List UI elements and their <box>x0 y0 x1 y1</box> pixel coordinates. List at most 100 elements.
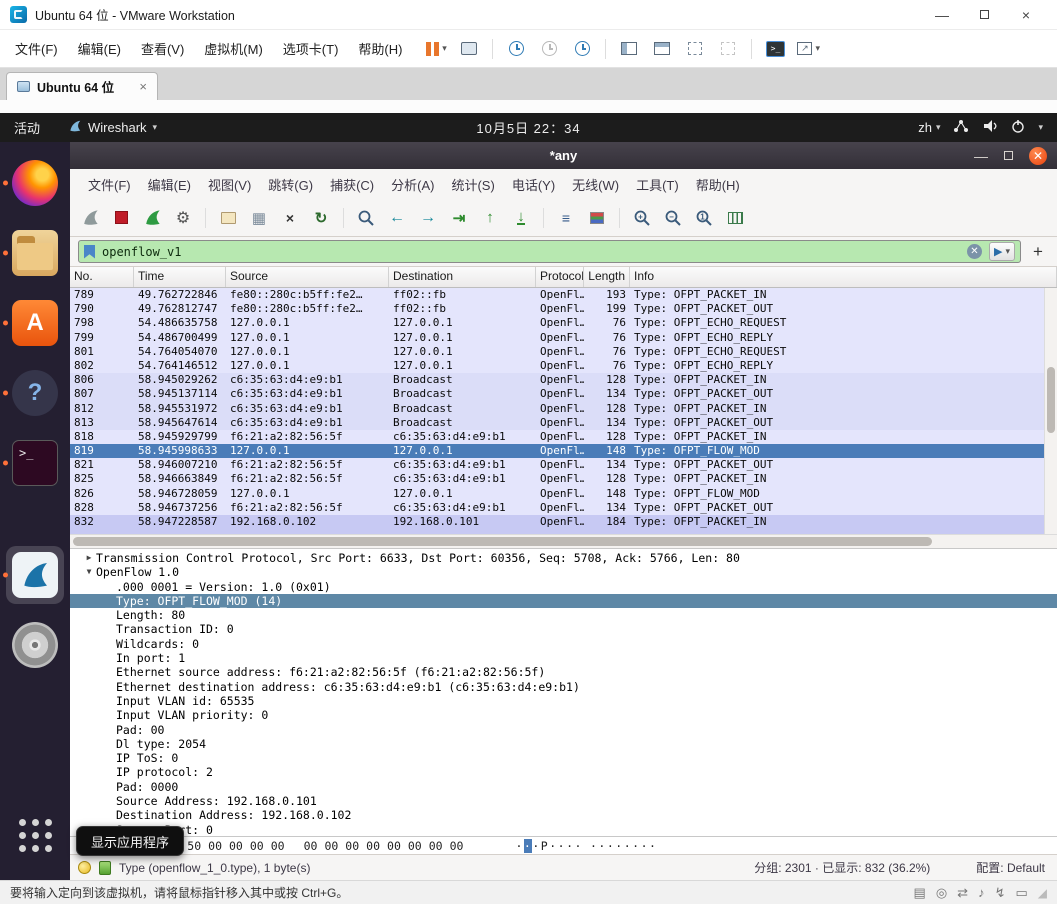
snapshot-manager-button[interactable] <box>569 36 595 62</box>
bookmark-icon[interactable] <box>84 244 95 259</box>
detail-row[interactable]: Ethernet source address: f6:21:a2:82:56:… <box>70 665 1057 679</box>
packet-row[interactable]: 826 58.946728059 127.0.0.1 127.0.0.1 OpenFl…… <box>70 486 1057 501</box>
detail-row[interactable]: ▶ Transmission Control Protocol, Src Port… <box>70 551 1057 565</box>
vm-tab-close-button[interactable]: × <box>139 79 147 94</box>
go-to-packet-icon[interactable]: ⇥ <box>447 206 471 230</box>
hex-byte[interactable]: 50 <box>186 839 202 853</box>
column-header[interactable]: No. <box>70 267 134 287</box>
activities-button[interactable]: 活动 <box>14 118 40 137</box>
console-view-button[interactable] <box>682 36 708 62</box>
wireshark-close-button[interactable]: ✕ <box>1029 146 1047 165</box>
add-filter-button[interactable]: + <box>1027 241 1049 263</box>
vmware-close-button[interactable]: × <box>1005 1 1047 29</box>
hex-byte[interactable]: 00 <box>386 839 402 853</box>
packet-row[interactable]: 819 58.945998633 127.0.0.1 127.0.0.1 OpenFl…… <box>70 444 1057 459</box>
input-method-indicator[interactable]: zh ▾ <box>918 120 940 135</box>
go-last-icon[interactable]: ↓ <box>509 206 533 230</box>
suspend-button[interactable]: ▾ <box>423 36 449 62</box>
column-header[interactable]: Time <box>134 267 226 287</box>
detail-row[interactable]: IP protocol: 2 <box>70 765 1057 779</box>
packet-row[interactable]: 806 58.945029262 c6:35:63:d4:e9:b1 Broadcas… <box>70 373 1057 388</box>
detail-row[interactable]: Source Address: 192.168.0.101 <box>70 794 1057 808</box>
hex-byte[interactable]: 00 <box>207 839 223 853</box>
wireshark-menu-item[interactable]: 分析(A) <box>383 171 442 198</box>
dock-item-show-apps[interactable] <box>0 800 70 870</box>
close-file-icon[interactable]: × <box>278 206 302 230</box>
expander-icon[interactable]: ▶ <box>82 551 96 565</box>
packet-row[interactable]: 799 54.486700499 127.0.0.1 127.0.0.1 OpenFl…… <box>70 330 1057 345</box>
apply-filter-button[interactable]: ▶ ▾ <box>989 242 1015 261</box>
wireshark-menu-item[interactable]: 统计(S) <box>443 171 502 198</box>
capture-comment-icon[interactable] <box>99 860 111 875</box>
vertical-scrollbar[interactable] <box>1044 288 1057 534</box>
start-capture-icon[interactable] <box>78 206 102 230</box>
zoom-reset-icon[interactable]: 1 <box>692 206 716 230</box>
auto-scroll-icon[interactable]: ≡ <box>554 206 578 230</box>
printer-icon[interactable]: ▭ <box>1015 885 1027 901</box>
detail-row[interactable]: Input VLAN id: 65535 <box>70 694 1057 708</box>
expert-info-icon[interactable] <box>78 861 91 874</box>
send-ctrl-alt-del-button[interactable] <box>456 36 482 62</box>
packet-row[interactable]: 832 58.947228587 192.168.0.102 192.168.0.10… <box>70 515 1057 530</box>
detail-row[interactable]: ▼ OpenFlow 1.0 <box>70 565 1057 579</box>
vmware-menu-item[interactable]: 编辑(E) <box>69 35 130 62</box>
vmware-maximize-button[interactable] <box>963 1 1005 29</box>
packet-row[interactable]: 798 54.486635758 127.0.0.1 127.0.0.1 OpenFl…… <box>70 316 1057 331</box>
hex-byte[interactable]: 00 <box>344 839 360 853</box>
colorize-icon[interactable] <box>585 206 609 230</box>
terminal-view-button[interactable]: >_ <box>762 36 788 62</box>
show-thumbnail-bar-button[interactable] <box>649 36 675 62</box>
dock-item-wireshark[interactable] <box>0 540 70 610</box>
packet-row[interactable]: 818 58.945929799 f6:21:a2:82:56:5f c6:35:63… <box>70 429 1057 445</box>
dock-item-dvd[interactable] <box>0 610 70 680</box>
wireshark-maximize-button[interactable] <box>1004 151 1013 160</box>
fullscreen-button[interactable]: ↗ ▾ <box>795 36 822 62</box>
system-menu-chevron-icon[interactable]: ▾ <box>1038 122 1043 133</box>
display-filter-field[interactable]: ✕ ▶▾ <box>78 240 1021 263</box>
detail-row[interactable]: Length: 80 <box>70 608 1057 622</box>
packet-row[interactable]: 801 54.764054070 127.0.0.1 127.0.0.1 OpenFl…… <box>70 344 1057 359</box>
dock-item-files[interactable] <box>0 218 70 288</box>
clock[interactable]: 10月5日 22：34 <box>476 118 580 137</box>
horizontal-scrollbar[interactable] <box>70 534 1057 548</box>
clear-filter-icon[interactable]: ✕ <box>967 244 982 259</box>
vmware-menu-item[interactable]: 文件(F) <box>6 35 67 62</box>
packet-row[interactable]: 802 54.764146512 127.0.0.1 127.0.0.1 OpenFl…… <box>70 358 1057 374</box>
go-first-icon[interactable]: ↑ <box>478 206 502 230</box>
expander-icon[interactable]: ▼ <box>82 565 96 579</box>
detail-row[interactable]: Input VLAN priority: 0 <box>70 708 1057 722</box>
hex-byte[interactable]: 00 <box>303 839 319 853</box>
hex-byte[interactable]: 00 <box>449 839 465 853</box>
detail-row[interactable]: Pad: 00 <box>70 723 1057 737</box>
packet-row[interactable]: 825 58.946663849 f6:21:a2:82:56:5f c6:35:63… <box>70 472 1057 487</box>
hex-byte[interactable]: 00 <box>323 839 339 853</box>
dock-item-terminal[interactable]: >_ <box>0 428 70 498</box>
vmware-minimize-button[interactable]: — <box>921 1 963 29</box>
display-filter-input[interactable] <box>102 244 960 259</box>
column-header[interactable]: Source <box>226 267 389 287</box>
packet-row[interactable]: 812 58.945531972 c6:35:63:d4:e9:b1 Broadcas… <box>70 401 1057 416</box>
detail-row[interactable]: Type: OFPT_FLOW_MOD (14) <box>70 593 1057 609</box>
hex-byte[interactable]: 00 <box>407 839 423 853</box>
profile-text[interactable]: 配置: Default <box>976 859 1045 876</box>
packet-row[interactable]: 828 58.946737256 f6:21:a2:82:56:5f c6:35:63… <box>70 500 1057 515</box>
wireshark-menu-item[interactable]: 视图(V) <box>200 171 259 198</box>
scrollbar-thumb[interactable] <box>73 537 932 546</box>
scrollbar-thumb[interactable] <box>1047 366 1055 434</box>
power-icon[interactable] <box>1011 119 1025 136</box>
detail-row[interactable]: Source Port: 0 <box>70 823 1057 836</box>
detail-row[interactable]: Pad: 0000 <box>70 780 1057 794</box>
hex-byte[interactable]: 00 <box>249 839 265 853</box>
dock-item-firefox[interactable] <box>0 148 70 218</box>
network-icon[interactable] <box>953 119 969 136</box>
go-forward-icon[interactable]: → <box>416 206 440 230</box>
detail-row[interactable]: Destination Address: 192.168.0.102 <box>70 808 1057 822</box>
wireshark-menu-item[interactable]: 帮助(H) <box>688 171 748 198</box>
hex-byte[interactable]: 00 <box>270 839 286 853</box>
save-file-icon[interactable]: ▦ <box>247 206 271 230</box>
detail-row[interactable]: Transaction ID: 0 <box>70 622 1057 636</box>
reload-file-icon[interactable]: ↻ <box>309 206 333 230</box>
snapshot-revert-button[interactable] <box>536 36 562 62</box>
wireshark-menu-item[interactable]: 编辑(E) <box>140 171 199 198</box>
vm-tab[interactable]: Ubuntu 64 位 × <box>6 72 158 100</box>
